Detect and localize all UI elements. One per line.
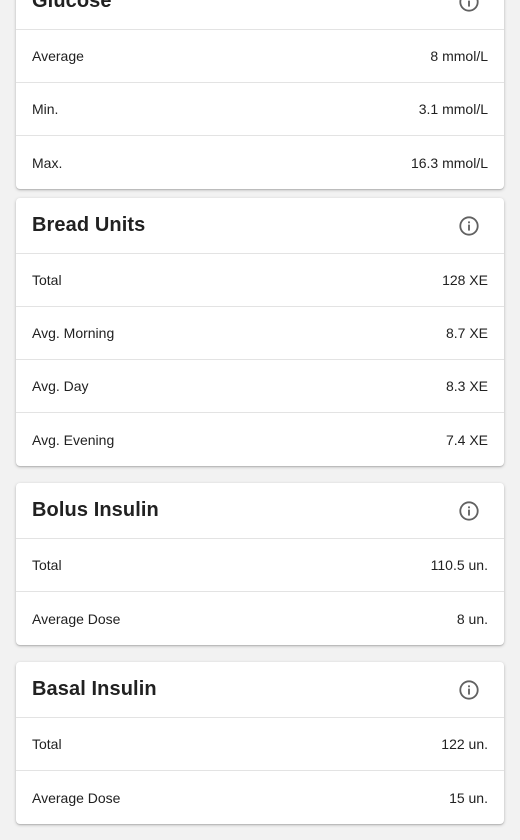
glucose-row-min: Min. 3.1 mmol/L (16, 83, 504, 136)
bread-units-row-total: Total 128 XE (16, 254, 504, 307)
bread-units-row-avg-evening: Avg. Evening 7.4 XE (16, 413, 504, 466)
row-value: 16.3 mmol/L (410, 154, 488, 171)
bolus-insulin-card: Bolus Insulin Total 110.5 un. Average Do… (16, 483, 504, 645)
row-label: Max. (32, 154, 63, 171)
row-label: Total (32, 557, 62, 573)
basal-insulin-card: Basal Insulin Total 122 un. Average Dose… (16, 662, 504, 824)
bread-units-info-button[interactable] (449, 206, 489, 246)
row-value: 8 un. (456, 610, 488, 627)
basal-insulin-card-title: Basal Insulin (32, 678, 157, 700)
glucose-card-header: Glucose (16, 0, 504, 30)
bolus-insulin-card-header: Bolus Insulin (16, 483, 504, 539)
bolus-insulin-info-button[interactable] (449, 491, 489, 531)
bread-units-card-header: Bread Units (16, 198, 504, 254)
bread-units-row-avg-morning: Avg. Morning 8.7 XE (16, 307, 504, 360)
glucose-card: Glucose Average 8 mmol/L Min. 3.1 mmol/L… (16, 0, 504, 189)
basal-insulin-info-button[interactable] (449, 670, 489, 710)
info-icon (459, 500, 479, 521)
glucose-row-max: Max. 16.3 mmol/L (16, 136, 504, 189)
row-value: 3.1 mmol/L (418, 101, 488, 117)
row-label: Average Dose (32, 789, 121, 806)
row-value: 8.7 XE (445, 325, 488, 341)
row-label: Avg. Evening (32, 431, 115, 448)
bread-units-row-avg-day: Avg. Day 8.3 XE (16, 360, 504, 413)
info-icon (459, 0, 479, 12)
row-label: Total (32, 272, 62, 288)
bolus-insulin-row-average-dose: Average Dose 8 un. (16, 592, 504, 645)
row-label: Min. (32, 101, 59, 117)
row-label: Total (32, 736, 62, 752)
glucose-row-average: Average 8 mmol/L (16, 30, 504, 83)
row-value: 15 un. (449, 789, 488, 806)
row-value: 8.3 XE (445, 378, 488, 394)
basal-insulin-row-total: Total 122 un. (16, 718, 504, 771)
row-value: 110.5 un. (430, 557, 488, 573)
row-value: 8 mmol/L (430, 48, 488, 64)
bolus-insulin-card-title: Bolus Insulin (32, 499, 159, 521)
row-value: 128 XE (442, 272, 488, 288)
row-value: 122 un. (441, 736, 488, 752)
info-icon (459, 679, 479, 700)
info-icon (459, 215, 479, 236)
glucose-info-button[interactable] (449, 0, 489, 22)
statistics-screen: Glucose Average 8 mmol/L Min. 3.1 mmol/L… (0, 0, 520, 840)
row-value: 7.4 XE (445, 431, 488, 448)
row-label: Average Dose (32, 610, 121, 627)
glucose-card-title: Glucose (32, 0, 112, 12)
row-label: Avg. Morning (32, 325, 115, 341)
bread-units-card: Bread Units Total 128 XE Avg. Morning 8.… (16, 198, 504, 466)
row-label: Average (32, 48, 84, 64)
basal-insulin-card-header: Basal Insulin (16, 662, 504, 718)
basal-insulin-row-average-dose: Average Dose 15 un. (16, 771, 504, 824)
row-label: Avg. Day (32, 378, 89, 394)
bread-units-card-title: Bread Units (32, 214, 146, 236)
bolus-insulin-row-total: Total 110.5 un. (16, 539, 504, 592)
